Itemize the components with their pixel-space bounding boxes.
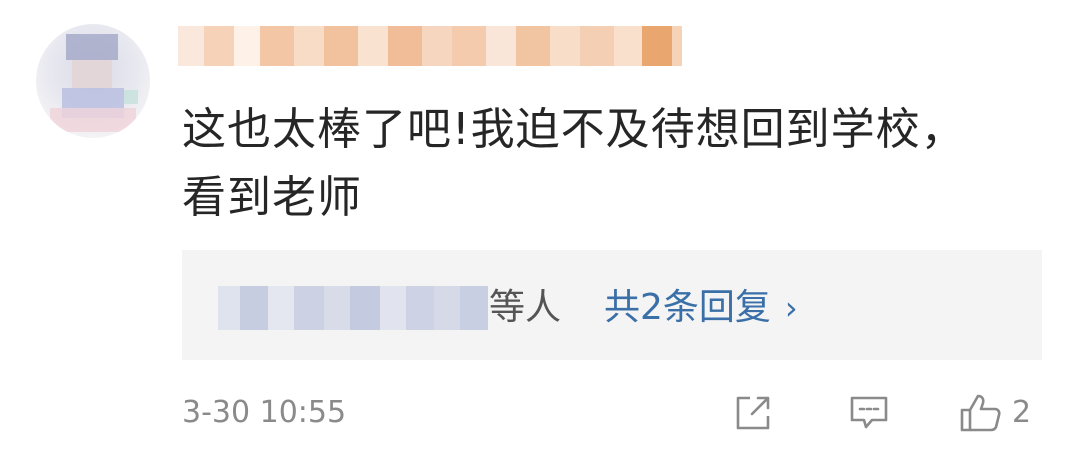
comment-icon <box>850 396 888 429</box>
comment-timestamp: 3-30 10:55 <box>182 395 347 430</box>
reply-button[interactable] <box>848 392 890 438</box>
reply-usernames-obscured <box>218 286 488 330</box>
comment-text: 这也太棒了吧!我迫不及待想回到学校，看到老师 <box>182 104 966 223</box>
avatar[interactable] <box>36 24 150 138</box>
username-obscured[interactable] <box>178 26 698 66</box>
reply-count-label: 共2条回复 <box>604 287 771 328</box>
like-button[interactable]: 2 <box>958 392 1031 434</box>
chevron-right-icon: › <box>784 289 798 327</box>
replies-preview[interactable]: 等人 共2条回复 › <box>182 250 1042 360</box>
thumbs-up-icon <box>960 394 1001 432</box>
share-icon <box>736 396 770 430</box>
view-replies-link[interactable]: 共2条回复 › <box>604 280 798 336</box>
share-button[interactable] <box>732 392 774 438</box>
like-count: 2 <box>1012 395 1032 430</box>
reply-users-suffix: 等人 <box>489 287 562 328</box>
